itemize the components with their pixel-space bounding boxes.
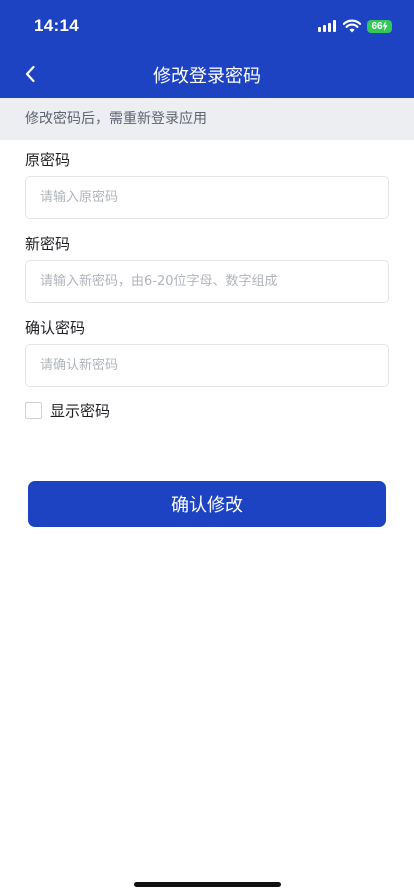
header: 14:14 66 修改登录密码 [0,0,414,98]
new-password-input[interactable] [25,260,389,303]
confirm-password-label: 确认密码 [25,319,86,337]
page-title: 修改登录密码 [153,66,261,87]
change-password-screen: 14:14 66 修改登录密码 修改密码后，需重新登录应用 原密码 新密码 确认… [0,0,414,896]
charging-bolt-icon [382,21,388,31]
new-password-label: 新密码 [25,235,71,253]
notice-banner: 修改密码后，需重新登录应用 [0,98,414,140]
old-password-label: 原密码 [25,151,71,169]
status-icons: 66 [318,17,392,35]
cellular-signal-icon [318,20,337,32]
show-password-row[interactable]: 显示密码 [25,400,110,421]
show-password-checkbox[interactable] [25,402,42,419]
battery-icon: 66 [367,19,392,33]
home-indicator [134,882,281,887]
status-time: 14:14 [34,16,79,35]
confirm-password-input[interactable] [25,344,389,387]
wifi-icon [343,19,361,33]
show-password-label: 显示密码 [50,402,111,420]
confirm-button[interactable]: 确认修改 [28,481,386,527]
old-password-input[interactable] [25,176,389,219]
